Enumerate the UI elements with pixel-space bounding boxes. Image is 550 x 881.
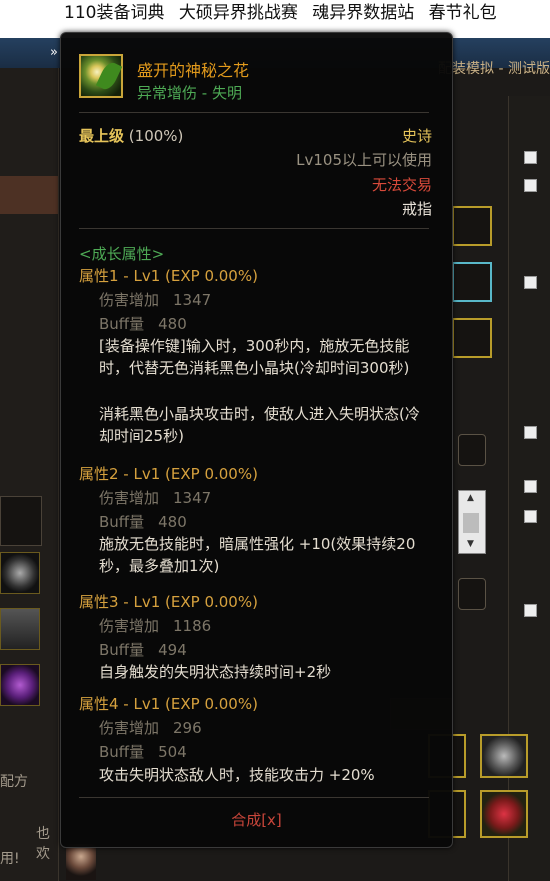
- left-text-use: 用!: [0, 851, 20, 867]
- buff-value: 480: [158, 315, 187, 333]
- equip-slot-ring[interactable]: [452, 262, 492, 302]
- buff-label: Buff量: [99, 743, 145, 761]
- property-description: 施放无色技能时，暗属性强化 +10(效果持续20秒，最多叠加1次): [99, 535, 416, 575]
- item-grade: 最上级 (100%): [79, 125, 183, 146]
- property-description: 攻击失明状态敌人时，技能攻击力 +20%: [99, 766, 375, 784]
- link-data-station[interactable]: 魂异界数据站: [312, 3, 414, 23]
- buff-value: 480: [158, 513, 187, 531]
- character-avatar[interactable]: [66, 844, 96, 880]
- growth-header: <成长属性>: [79, 245, 165, 263]
- scroll-down-icon[interactable]: ▼: [467, 539, 474, 549]
- equip-slot-support[interactable]: [452, 318, 492, 358]
- property-description: 消耗黑色小晶块攻击时，使敌人进入失明状态(冷却时间25秒): [99, 405, 420, 445]
- bottom-slot-item[interactable]: [480, 734, 528, 778]
- damage-value: 1347: [173, 489, 212, 507]
- property-buff: Buff量 480: [99, 511, 187, 532]
- damage-label: 伤害增加: [99, 617, 160, 635]
- divider: [79, 112, 429, 113]
- property-damage: 伤害增加 1347: [99, 289, 211, 310]
- link-challenge-match[interactable]: 大硕异界挑战赛: [179, 3, 298, 23]
- compose-link[interactable]: 合成[x]: [61, 809, 452, 830]
- left-panel: 配方 也欢 用!: [0, 68, 59, 881]
- link-spring-package[interactable]: 春节礼包: [429, 3, 497, 23]
- bottom-slot-item[interactable]: [480, 790, 528, 838]
- property-buff: Buff量 494: [99, 639, 187, 660]
- damage-label: 伤害增加: [99, 489, 160, 507]
- level-requirement: Lv105以上可以使用: [296, 151, 432, 169]
- item-subtitle: 异常增伤 - 失明: [137, 84, 242, 102]
- flower-ring-icon: [79, 54, 123, 98]
- property-damage: 伤害增加 1186: [99, 615, 211, 636]
- divider: [79, 228, 429, 229]
- option-checkbox[interactable]: [524, 276, 537, 289]
- top-links: 110装备词典 大硕异界挑战赛 魂异界数据站 春节礼包: [64, 0, 506, 23]
- option-checkbox[interactable]: [524, 510, 537, 523]
- buff-value: 494: [158, 641, 187, 659]
- grade-label: 最上级: [79, 127, 125, 145]
- property-damage: 伤害增加 1347: [99, 487, 211, 508]
- left-equip-slot-bracelet[interactable]: [0, 608, 40, 650]
- divider: [79, 797, 429, 798]
- collapse-arrow-icon[interactable]: »: [50, 45, 58, 60]
- left-equip-slot-orb[interactable]: [0, 664, 40, 706]
- buff-label: Buff量: [99, 315, 145, 333]
- option-checkbox[interactable]: [524, 179, 537, 192]
- damage-label: 伤害增加: [99, 719, 160, 737]
- property-title: 属性4 - Lv1 (EXP 0.00%): [79, 695, 258, 713]
- property-buff: Buff量 480: [99, 313, 187, 334]
- grade-value: (100%): [128, 127, 184, 145]
- item-tooltip: 盛开的神秘之花 异常增伤 - 失明 最上级 (100%) 史诗 Lv105以上可…: [60, 32, 453, 848]
- property-title: 属性3 - Lv1 (EXP 0.00%): [79, 593, 258, 611]
- buff-label: Buff量: [99, 513, 145, 531]
- slot-type: 戒指: [401, 200, 432, 218]
- filter-input[interactable]: [458, 578, 486, 610]
- left-text-welcome: 也欢: [36, 826, 50, 862]
- left-text-recipe: 配方: [0, 774, 28, 790]
- property-description: [装备操作键]输入时，300秒内，施放无色技能时，代替无色消耗黑色小晶块(冷却时…: [99, 337, 410, 377]
- left-equip-slot-gear[interactable]: [0, 552, 40, 594]
- link-equipment-dictionary[interactable]: 110装备词典: [64, 3, 164, 23]
- property-title: 属性1 - Lv1 (EXP 0.00%): [79, 267, 258, 285]
- filter-input[interactable]: [458, 434, 486, 466]
- property-title: 属性2 - Lv1 (EXP 0.00%): [79, 465, 258, 483]
- option-checkbox[interactable]: [524, 151, 537, 164]
- buff-value: 504: [158, 743, 187, 761]
- damage-value: 1347: [173, 291, 212, 309]
- option-checkbox[interactable]: [524, 480, 537, 493]
- property-damage: 伤害增加 296: [99, 717, 202, 738]
- trade-status: 无法交易: [371, 176, 432, 194]
- option-checkbox[interactable]: [524, 426, 537, 439]
- scroll-up-icon[interactable]: ▲: [467, 493, 474, 503]
- scroll-list[interactable]: ▲ ▼: [458, 490, 486, 554]
- option-checkbox[interactable]: [524, 604, 537, 617]
- item-rarity: 史诗: [401, 127, 432, 145]
- damage-value: 1186: [173, 617, 212, 635]
- property-buff: Buff量 504: [99, 741, 187, 762]
- property-description: 自身触发的失明状态持续时间+2秒: [99, 663, 332, 681]
- left-panel-box: [0, 496, 42, 546]
- window-title: 配装模拟 - 测试版: [438, 61, 550, 77]
- damage-label: 伤害增加: [99, 291, 160, 309]
- left-panel-band: [0, 176, 58, 214]
- equip-slot-weapon[interactable]: [452, 206, 492, 246]
- buff-label: Buff量: [99, 641, 145, 659]
- scrollbar-thumb[interactable]: [463, 513, 479, 533]
- item-name: 盛开的神秘之花: [137, 61, 250, 80]
- damage-value: 296: [173, 719, 202, 737]
